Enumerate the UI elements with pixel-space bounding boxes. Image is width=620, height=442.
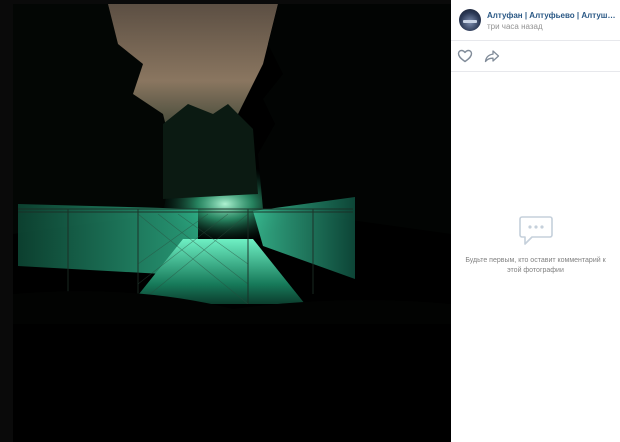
share-arrow-icon[interactable] — [484, 48, 500, 64]
post-photo[interactable] — [13, 4, 451, 442]
photo-viewer — [0, 0, 451, 442]
comments-empty-text: Будьте первым, кто оставит комментарий к… — [465, 257, 606, 274]
comments-empty-state: Будьте первым, кто оставит комментарий к… — [451, 214, 620, 276]
night-garages-photo — [13, 4, 451, 442]
group-name-link[interactable]: Алтуфан | Алтуфьево | Алтушка, пр... — [487, 11, 617, 20]
group-avatar[interactable] — [459, 9, 481, 31]
post-sidebar: Алтуфан | Алтуфьево | Алтушка, пр... три… — [451, 0, 620, 442]
comment-bubble-icon — [518, 214, 554, 248]
post-time[interactable]: три часа назад — [487, 22, 543, 31]
post-actions — [451, 41, 620, 72]
heart-icon[interactable] — [457, 48, 473, 64]
post-header: Алтуфан | Алтуфьево | Алтушка, пр... три… — [451, 0, 620, 41]
